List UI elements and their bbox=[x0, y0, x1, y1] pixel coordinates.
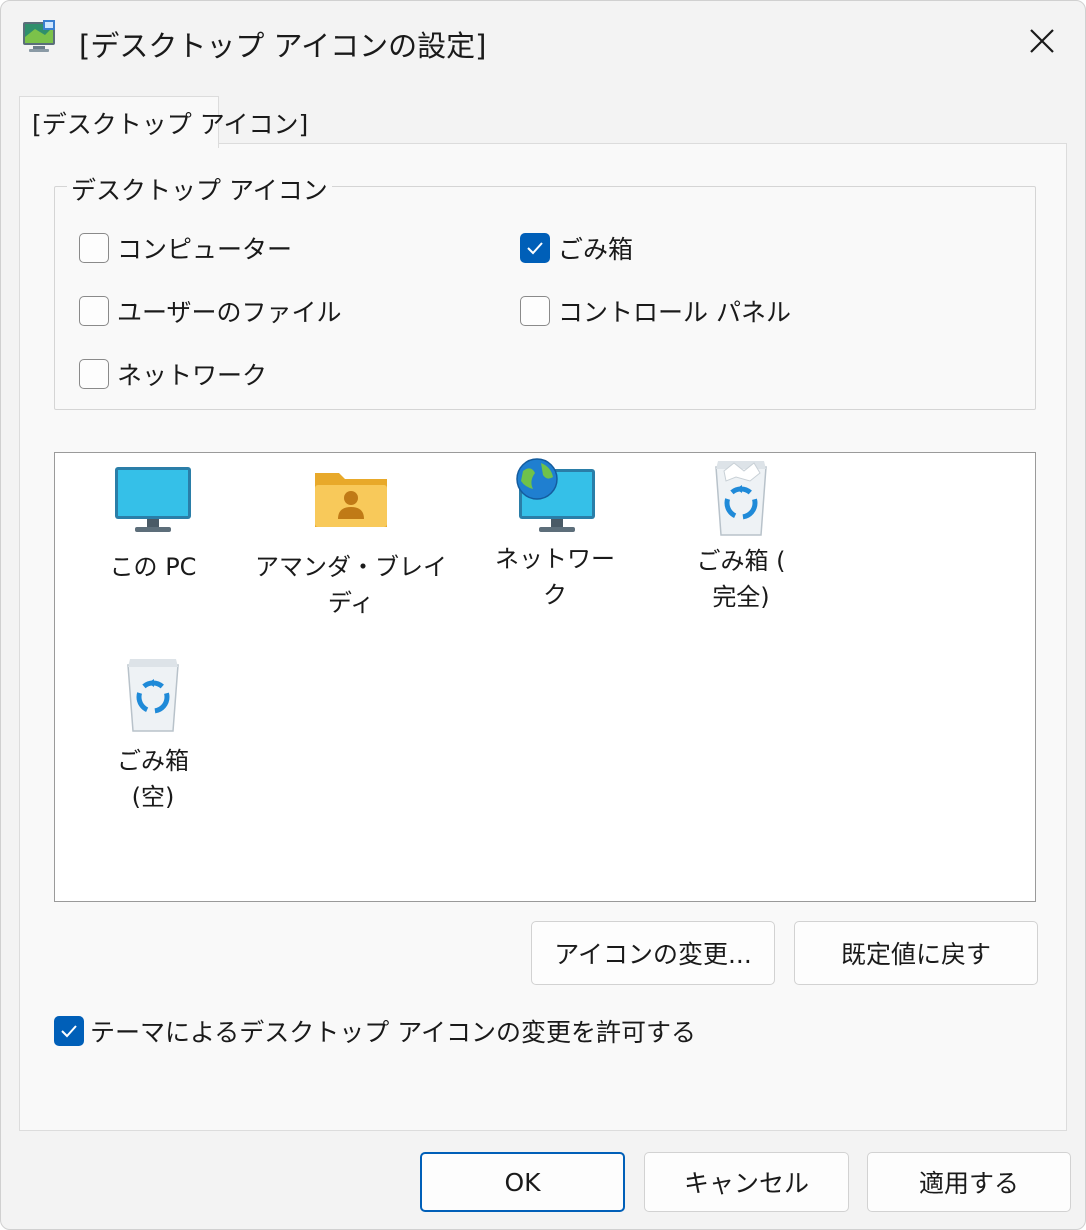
checkbox-box[interactable] bbox=[79, 296, 109, 326]
checkmark-icon bbox=[527, 242, 543, 255]
checkbox-control-panel[interactable]: コントロール パネル bbox=[520, 293, 791, 329]
window-title: [デスクトップ アイコンの設定] bbox=[79, 29, 487, 63]
tab-panel: デスクトップ アイコン コンピューター ごみ箱 ユーザーのファイル コントロール… bbox=[19, 143, 1067, 1131]
allow-themes-checkbox[interactable]: テーマによるデスクトップ アイコンの変更を許可する bbox=[54, 1013, 696, 1049]
checkbox-recycle-bin[interactable]: ごみ箱 bbox=[520, 230, 633, 266]
desktop-icon-settings-dialog: [デスクトップ アイコンの設定] [デスクトップ アイコン] デスクトップ アイ… bbox=[0, 0, 1086, 1230]
desktop-icons-groupbox: デスクトップ アイコン コンピューター ごみ箱 ユーザーのファイル コントロール… bbox=[54, 171, 1036, 410]
icon-item-this-pc[interactable]: この PC bbox=[83, 465, 223, 585]
close-icon bbox=[1030, 29, 1054, 53]
apply-button[interactable]: 適用する bbox=[867, 1152, 1071, 1212]
checkbox-box[interactable] bbox=[79, 359, 109, 389]
checkbox-label: ネットワーク bbox=[117, 361, 268, 390]
icon-label: アマンダ・ブレイディ bbox=[255, 553, 447, 617]
icon-item-recycle-bin-full[interactable]: ごみ箱 ( 完全) bbox=[671, 457, 811, 615]
monitor-icon bbox=[115, 467, 191, 532]
network-globe-icon bbox=[516, 458, 595, 532]
checkbox-box[interactable] bbox=[520, 296, 550, 326]
checkbox-user-files[interactable]: ユーザーのファイル bbox=[79, 293, 342, 329]
icon-label: ごみ箱 ( 完全) bbox=[696, 547, 786, 611]
icon-item-recycle-bin-empty[interactable]: ごみ箱 (空) bbox=[83, 657, 223, 815]
user-folder-icon bbox=[315, 473, 387, 527]
icon-label: ネットワーク bbox=[495, 545, 615, 609]
close-button[interactable] bbox=[999, 1, 1085, 81]
recycle-bin-empty-icon bbox=[127, 659, 179, 732]
checkbox-network[interactable]: ネットワーク bbox=[79, 356, 267, 392]
checkbox-box[interactable] bbox=[79, 233, 109, 263]
ok-button[interactable]: OK bbox=[420, 1152, 625, 1212]
groupbox-legend: デスクトップ アイコン bbox=[67, 171, 332, 207]
icon-item-user-files[interactable]: アマンダ・ブレイディ bbox=[251, 465, 451, 621]
icon-list[interactable]: この PC アマンダ・ブレイディ ネットワーク ごみ箱 (完全) ごみ箱 (空… bbox=[54, 452, 1036, 902]
checkbox-computer[interactable]: コンピューター bbox=[79, 230, 292, 266]
restore-default-button[interactable]: 既定値に戻す bbox=[794, 921, 1038, 985]
checkbox-label: ユーザーのファイル bbox=[117, 298, 342, 327]
checkbox-box[interactable] bbox=[520, 233, 550, 263]
title-bar: [デスクトップ アイコンの設定] bbox=[1, 1, 1085, 83]
checkmark-icon bbox=[61, 1025, 77, 1038]
icon-item-network[interactable]: ネットワーク bbox=[485, 457, 625, 613]
checkbox-label: コンピューター bbox=[117, 235, 293, 264]
tab-desktop-icons[interactable]: [デスクトップ アイコン] bbox=[19, 96, 308, 148]
icon-label: ごみ箱 (空) bbox=[117, 747, 189, 811]
checkbox-label: ごみ箱 bbox=[558, 235, 634, 264]
change-icon-button[interactable]: アイコンの変更... bbox=[531, 921, 775, 985]
checkbox-label: テーマによるデスクトップ アイコンの変更を許可する bbox=[90, 1018, 696, 1047]
cancel-button[interactable]: キャンセル bbox=[644, 1152, 849, 1212]
recycle-bin-full-icon bbox=[715, 461, 767, 536]
icon-label: この PC bbox=[109, 553, 197, 581]
checkbox-label: コントロール パネル bbox=[558, 298, 791, 327]
desktop-settings-icon bbox=[21, 19, 59, 55]
checkbox-box[interactable] bbox=[54, 1016, 84, 1046]
